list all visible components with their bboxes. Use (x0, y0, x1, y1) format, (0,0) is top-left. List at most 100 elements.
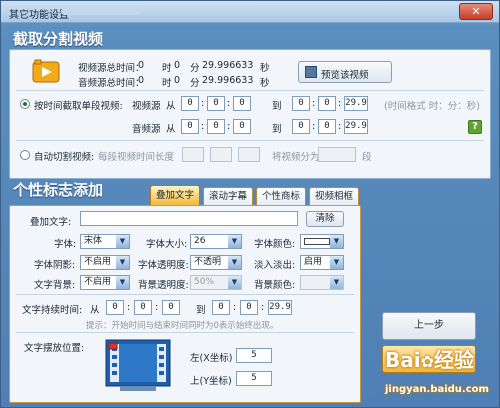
audio-total-m: 0 (174, 75, 181, 86)
font-size-value: 26 (194, 236, 206, 246)
audio-total-m-unit: 分 (190, 78, 200, 89)
logo-section-title: 个性标志添加 (13, 181, 104, 199)
logo-divider-1 (16, 294, 354, 295)
audio-total-s: 29.996633 (202, 75, 254, 86)
help-icon[interactable]: ? (468, 120, 482, 134)
title-bar: 其它功能设置 (1, 1, 499, 23)
segment-count[interactable] (318, 147, 356, 162)
video-to-h[interactable]: 0 (292, 96, 310, 111)
colon: : (155, 302, 159, 313)
font-select[interactable]: 宋体 ▼ (80, 234, 130, 249)
segment-s[interactable] (238, 147, 260, 162)
settings-window: 其它功能设置 ✕ 截取分割视频 视频源总时间： 0 时 0 分 29.99663… (0, 0, 500, 408)
clear-button[interactable]: 清除 (306, 211, 344, 227)
text-bg-value: 不启用 (84, 277, 112, 287)
video-total-h-unit: 时 (162, 63, 172, 74)
chevron-down-icon: ▼ (330, 235, 343, 248)
bg-color-picker[interactable]: ▼ (300, 275, 344, 290)
tab-custom-logo[interactable]: 个性商标 (256, 187, 306, 205)
video-from-m[interactable]: 0 (207, 96, 225, 111)
overlay-text-input[interactable] (80, 211, 298, 226)
radio-auto-label: 自动切割视频: (34, 152, 95, 163)
video-total-label: 视频源总时间： (78, 63, 145, 74)
close-button[interactable]: ✕ (459, 3, 493, 20)
colon: : (227, 121, 231, 132)
video-from-h[interactable]: 0 (181, 96, 199, 111)
audio-from-m[interactable]: 0 (207, 119, 225, 134)
transparency-select[interactable]: 不透明 ▼ (190, 255, 242, 270)
logo-divider-2 (16, 332, 354, 333)
position-preview-icon[interactable] (102, 338, 174, 394)
video-total-h: 0 (138, 60, 145, 71)
watermark-site: jingyan.baidu.com (385, 384, 489, 395)
bg-color-label: 背景颜色: (254, 280, 296, 291)
colon: : (127, 302, 131, 313)
video-from-label: 从 (166, 101, 176, 112)
font-size-select[interactable]: 26 ▼ (190, 234, 242, 249)
tab-overlay-text[interactable]: 叠加文字 (150, 185, 200, 205)
preview-video-button[interactable]: 预览该视频 (298, 61, 392, 83)
radio-auto-split[interactable] (20, 150, 30, 160)
audio-to-label: 到 (272, 124, 282, 135)
text-bg-select[interactable]: 不启用 ▼ (80, 275, 130, 290)
duration-from-s[interactable]: 0 (162, 300, 180, 315)
duration-from-m[interactable]: 0 (134, 300, 152, 315)
colon: : (227, 98, 231, 109)
audio-from-s[interactable]: 0 (233, 119, 251, 134)
bg-transparency-label: 背景透明度: (138, 280, 189, 291)
position-label: 文字摆放位置: (24, 343, 85, 354)
fade-select[interactable]: 启用 ▼ (300, 255, 344, 270)
tab-video-frame[interactable]: 视频相框 (309, 187, 359, 205)
font-select-value: 宋体 (84, 236, 103, 246)
font-color-swatch (304, 238, 330, 245)
audio-from-h[interactable]: 0 (181, 119, 199, 134)
audio-to-m[interactable]: 0 (318, 119, 336, 134)
radio-by-time[interactable] (20, 99, 30, 109)
transparency-value: 不透明 (194, 257, 222, 267)
video-from-s[interactable]: 0 (233, 96, 251, 111)
colon: : (338, 121, 342, 132)
split-into-label: 将视频分为 (272, 152, 320, 163)
cut-panel: 视频源总时间： 0 时 0 分 29.996633 秒 音频源总时间： 0 时 … (9, 49, 491, 179)
colon: : (312, 98, 316, 109)
watermark-brand: Bai (385, 348, 421, 372)
audio-to-h[interactable]: 0 (292, 119, 310, 134)
chevron-down-icon: ▼ (116, 235, 129, 248)
segment-h[interactable] (182, 147, 204, 162)
video-total-s-unit: 秒 (260, 63, 270, 74)
duration-to-s[interactable]: 29.9 (268, 300, 292, 315)
tab-scroll-subtitle[interactable]: 滚动字幕 (203, 187, 253, 205)
chevron-down-icon: ▼ (228, 235, 241, 248)
font-color-picker[interactable]: ▼ (300, 234, 344, 249)
time-format-hint: (时间格式 时：分：秒) (384, 101, 480, 112)
duration-to-m[interactable]: 0 (240, 300, 258, 315)
audio-to-s[interactable]: 29.9 (344, 119, 368, 134)
watermark-brand2: 经验 (434, 348, 475, 372)
font-color-label: 字体颜色: (254, 239, 296, 250)
video-to-s[interactable]: 29.9 (344, 96, 368, 111)
fade-label: 淡入淡出: (254, 260, 296, 271)
bg-transparency-select[interactable]: 50% ▼ (190, 275, 242, 290)
chevron-down-icon: ▼ (330, 276, 343, 289)
shadow-select[interactable]: 不启用 ▼ (80, 255, 130, 270)
left-x-input[interactable]: 5 (236, 348, 272, 363)
colon: : (338, 98, 342, 109)
chevron-down-icon: ▼ (330, 256, 343, 269)
video-total-s: 29.996633 (202, 60, 254, 71)
segment-m[interactable] (210, 147, 232, 162)
prev-step-button[interactable]: 上一步 (382, 312, 476, 340)
top-y-input[interactable]: 5 (236, 371, 272, 386)
font-label: 字体: (54, 239, 77, 250)
film-icon (305, 66, 317, 78)
video-to-m[interactable]: 0 (318, 96, 336, 111)
audio-from-label: 从 (166, 124, 176, 135)
duration-from-label: 从 (90, 305, 100, 316)
transparency-label: 字体透明度: (138, 260, 189, 271)
video-total-m-unit: 分 (190, 63, 200, 74)
cut-section-title: 截取分割视频 (13, 30, 104, 48)
paw-icon: ✿ (420, 352, 435, 371)
baidu-watermark: Bai✿经验 (385, 344, 474, 373)
duration-from-h[interactable]: 0 (106, 300, 124, 315)
fade-value: 启用 (304, 257, 323, 267)
duration-to-h[interactable]: 0 (212, 300, 230, 315)
